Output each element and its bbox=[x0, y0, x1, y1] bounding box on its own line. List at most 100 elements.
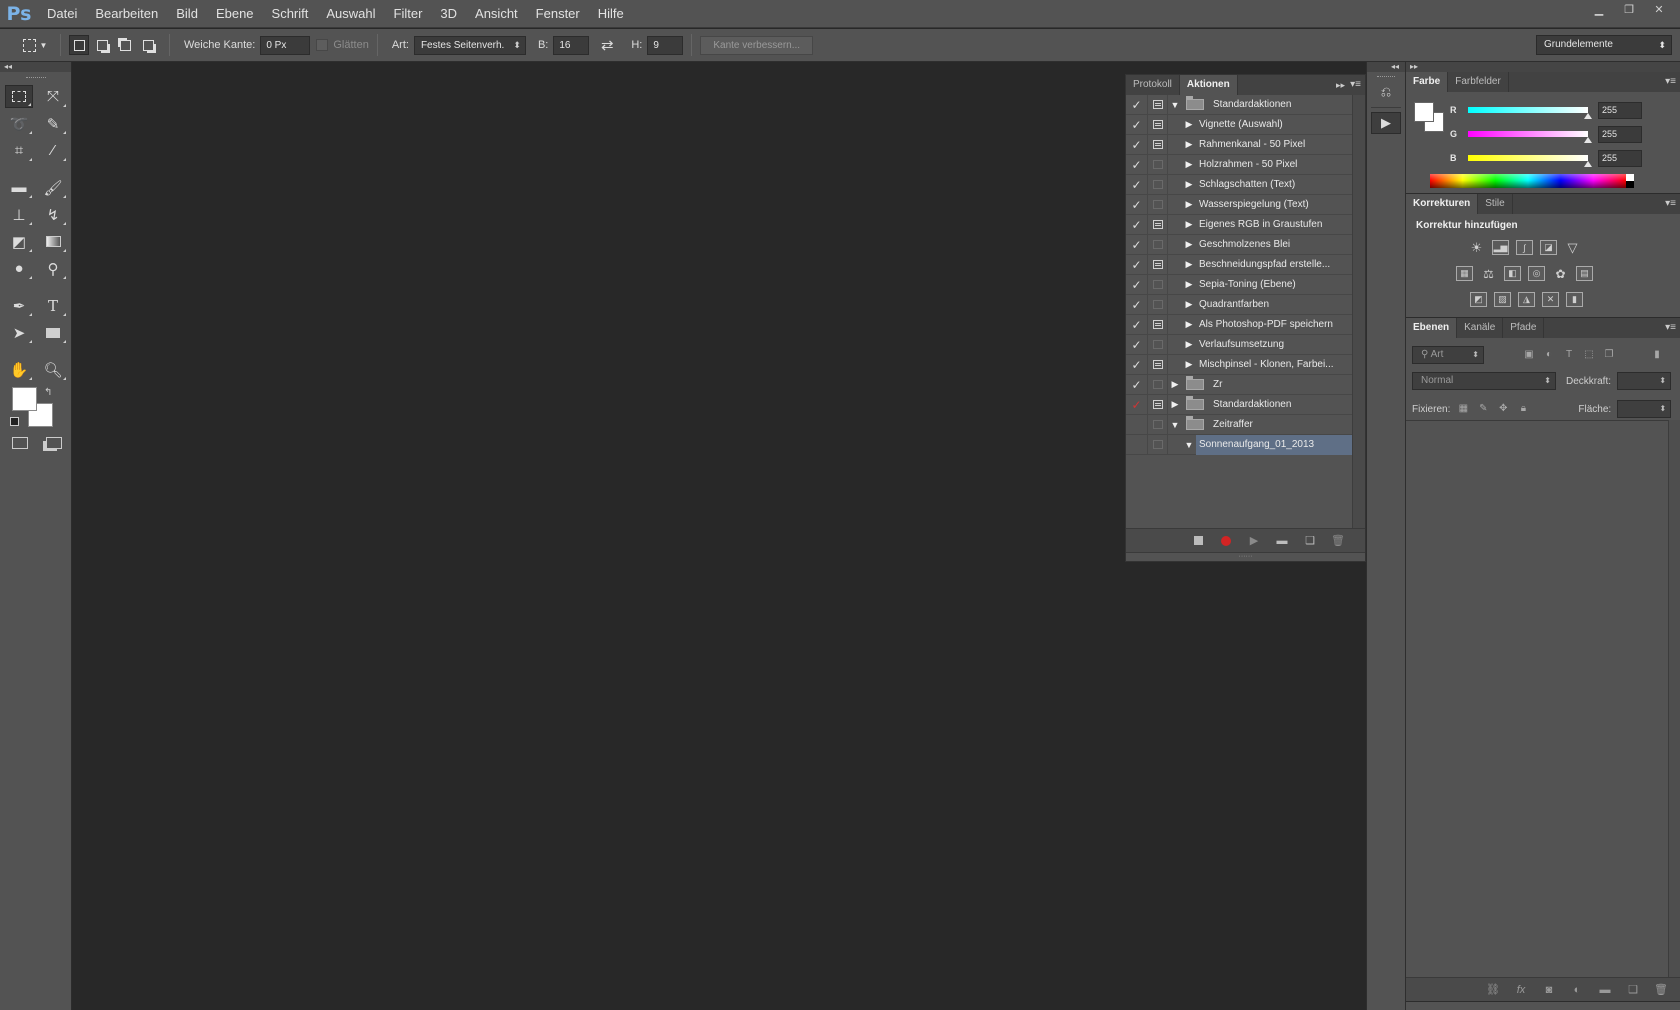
expanded-triangle-icon[interactable]: ▼ bbox=[1168, 420, 1182, 430]
width-input[interactable]: 16 bbox=[553, 35, 590, 55]
channel-b-value[interactable]: 255 bbox=[1598, 149, 1642, 167]
filter-toggle-icon[interactable]: ▮ bbox=[1650, 348, 1664, 362]
panel-menu-icon[interactable]: ▾≡ bbox=[1665, 194, 1676, 214]
action-row[interactable]: ✓ ▶ Als Photoshop-PDF speichern bbox=[1126, 314, 1365, 335]
toggle-item-checkbox[interactable]: ✓ bbox=[1126, 214, 1148, 235]
new-action-icon[interactable]: ❑ bbox=[1303, 534, 1317, 548]
quick-mask-icon[interactable] bbox=[12, 437, 28, 449]
toggle-dialog-checkbox[interactable] bbox=[1148, 434, 1168, 455]
expanded-triangle-icon[interactable]: ▼ bbox=[1182, 440, 1196, 450]
hand-tool[interactable]: ✋ bbox=[5, 358, 33, 381]
collapse-panel-icon[interactable]: ▸▸ bbox=[1336, 75, 1345, 95]
collapsed-triangle-icon[interactable]: ▶ bbox=[1168, 399, 1182, 410]
toggle-item-checkbox[interactable]: ✓ bbox=[1126, 234, 1148, 255]
collapsed-triangle-icon[interactable]: ▶ bbox=[1182, 339, 1196, 350]
color-spectrum[interactable] bbox=[1430, 174, 1626, 188]
lock-transparency-icon[interactable]: ▦ bbox=[1456, 402, 1470, 416]
toggle-item-checkbox[interactable]: ✓ bbox=[1126, 274, 1148, 295]
action-row[interactable]: ✓ ▶ Verlaufsumsetzung bbox=[1126, 334, 1365, 355]
action-row[interactable]: ✓ ▼ Standardaktionen bbox=[1126, 94, 1365, 115]
toggle-item-checkbox[interactable]: ✓ bbox=[1126, 154, 1148, 175]
color-balance-icon[interactable]: ⚖ bbox=[1480, 266, 1497, 281]
action-row[interactable]: ▼ Sonnenaufgang_01_2013 bbox=[1126, 434, 1365, 455]
menu-auswahl[interactable]: Auswahl bbox=[317, 0, 384, 28]
action-row[interactable]: ✓ ▶ Eigenes RGB in Graustufen bbox=[1126, 214, 1365, 235]
eyedropper-tool[interactable]: ⁄ bbox=[39, 139, 67, 162]
collapsed-triangle-icon[interactable]: ▶ bbox=[1182, 239, 1196, 250]
stop-icon[interactable] bbox=[1191, 534, 1205, 548]
toggle-dialog-checkbox[interactable] bbox=[1148, 394, 1168, 415]
height-input[interactable]: 9 bbox=[647, 35, 684, 55]
toggle-item-checkbox[interactable]: ✓ bbox=[1126, 374, 1148, 395]
toggle-dialog-checkbox[interactable] bbox=[1148, 114, 1168, 135]
expand-dock-icon[interactable]: ◂◂ bbox=[1367, 62, 1405, 72]
toggle-dialog-checkbox[interactable] bbox=[1148, 314, 1168, 335]
link-layers-icon[interactable]: ⛓ bbox=[1486, 983, 1500, 996]
eraser-tool[interactable]: ◩ bbox=[5, 230, 33, 253]
menu-filter[interactable]: Filter bbox=[385, 0, 432, 28]
filter-adjustment-icon[interactable]: ◐ bbox=[1542, 348, 1556, 362]
menu-ansicht[interactable]: Ansicht bbox=[466, 0, 527, 28]
tab-stile[interactable]: Stile bbox=[1478, 194, 1513, 214]
toggle-dialog-checkbox[interactable] bbox=[1148, 374, 1168, 395]
menu-fenster[interactable]: Fenster bbox=[527, 0, 589, 28]
menu-hilfe[interactable]: Hilfe bbox=[589, 0, 633, 28]
toggle-dialog-checkbox[interactable] bbox=[1148, 294, 1168, 315]
blur-tool[interactable]: ● bbox=[5, 257, 33, 280]
lock-position-icon[interactable]: ✥ bbox=[1496, 402, 1510, 416]
collapsed-triangle-icon[interactable]: ▶ bbox=[1182, 279, 1196, 290]
dock-grip[interactable] bbox=[1377, 76, 1395, 77]
toggle-dialog-checkbox[interactable] bbox=[1148, 214, 1168, 235]
actions-scrollbar[interactable] bbox=[1352, 95, 1365, 528]
toggle-dialog-checkbox[interactable] bbox=[1148, 334, 1168, 355]
style-select[interactable]: Festes Seitenverh. bbox=[413, 35, 526, 55]
toggle-item-checkbox[interactable]: ✓ bbox=[1126, 314, 1148, 335]
workspace-select[interactable]: Grundelemente bbox=[1536, 35, 1672, 55]
action-row[interactable]: ✓ ▶ Quadrantfarben bbox=[1126, 294, 1365, 315]
tab-ebenen[interactable]: Ebenen bbox=[1406, 318, 1458, 338]
antialias-checkbox[interactable] bbox=[316, 39, 329, 51]
toggle-dialog-checkbox[interactable] bbox=[1148, 94, 1168, 115]
screen-mode-icon[interactable] bbox=[46, 437, 62, 449]
toggle-item-checkbox[interactable]: ✓ bbox=[1126, 114, 1148, 135]
color-lookup-icon[interactable]: ▤ bbox=[1576, 266, 1593, 281]
new-set-folder-icon[interactable]: ▬ bbox=[1275, 534, 1289, 548]
collapsed-triangle-icon[interactable]: ▶ bbox=[1168, 379, 1182, 390]
action-row[interactable]: ✓ ▶ Wasserspiegelung (Text) bbox=[1126, 194, 1365, 215]
posterize-icon[interactable]: ▨ bbox=[1494, 292, 1511, 307]
collapse-toolbox-icon[interactable]: ◂◂ bbox=[0, 62, 71, 72]
menu-3d[interactable]: 3D bbox=[431, 0, 466, 28]
layer-filter-select[interactable]: ⚲ Art bbox=[1412, 346, 1484, 364]
black-white-swatch[interactable] bbox=[1626, 174, 1634, 188]
zoom-tool[interactable]: 🔍︎ bbox=[39, 358, 67, 381]
default-colors-icon[interactable] bbox=[10, 417, 19, 426]
collapsed-triangle-icon[interactable]: ▶ bbox=[1182, 119, 1196, 130]
actions-panel-icon[interactable]: ▶ bbox=[1371, 112, 1401, 134]
action-row[interactable]: ✓ ▶ Standardaktionen bbox=[1126, 394, 1365, 415]
panel-menu-icon[interactable]: ▾≡ bbox=[1350, 75, 1361, 95]
menu-datei[interactable]: Datei bbox=[38, 0, 86, 28]
toggle-item-checkbox[interactable]: ✓ bbox=[1126, 194, 1148, 215]
intersect-selection-button[interactable] bbox=[138, 35, 158, 55]
new-selection-button[interactable] bbox=[69, 35, 89, 55]
vibrance-icon[interactable]: ▽ bbox=[1564, 240, 1581, 255]
swap-colors-icon[interactable]: ↰ bbox=[44, 387, 52, 398]
slider-thumb[interactable] bbox=[1584, 137, 1592, 143]
slider-thumb[interactable] bbox=[1584, 161, 1592, 167]
tab-farbfelder[interactable]: Farbfelder bbox=[1448, 72, 1509, 92]
brush-tool[interactable]: 🖌︎ bbox=[39, 176, 67, 199]
tab-kanaele[interactable]: Kanäle bbox=[1457, 318, 1504, 338]
toolbox-grip[interactable] bbox=[25, 77, 46, 79]
panel-menu-icon[interactable]: ▾≡ bbox=[1665, 72, 1676, 92]
menu-schrift[interactable]: Schrift bbox=[263, 0, 318, 28]
pen-tool[interactable]: ✒ bbox=[5, 294, 33, 317]
layer-mask-icon[interactable]: ◙ bbox=[1542, 984, 1556, 996]
toggle-item-checkbox[interactable]: ✓ bbox=[1126, 174, 1148, 195]
toggle-item-checkbox[interactable]: ✓ bbox=[1126, 394, 1148, 415]
expanded-triangle-icon[interactable]: ▼ bbox=[1168, 100, 1182, 110]
collapsed-triangle-icon[interactable]: ▶ bbox=[1182, 159, 1196, 170]
action-row[interactable]: ✓ ▶ Mischpinsel - Klonen, Farbei... bbox=[1126, 354, 1365, 375]
panel-resize-grip[interactable]: ······ bbox=[1126, 552, 1365, 561]
exposure-icon[interactable]: ◪ bbox=[1540, 240, 1557, 255]
collapsed-triangle-icon[interactable]: ▶ bbox=[1182, 219, 1196, 230]
